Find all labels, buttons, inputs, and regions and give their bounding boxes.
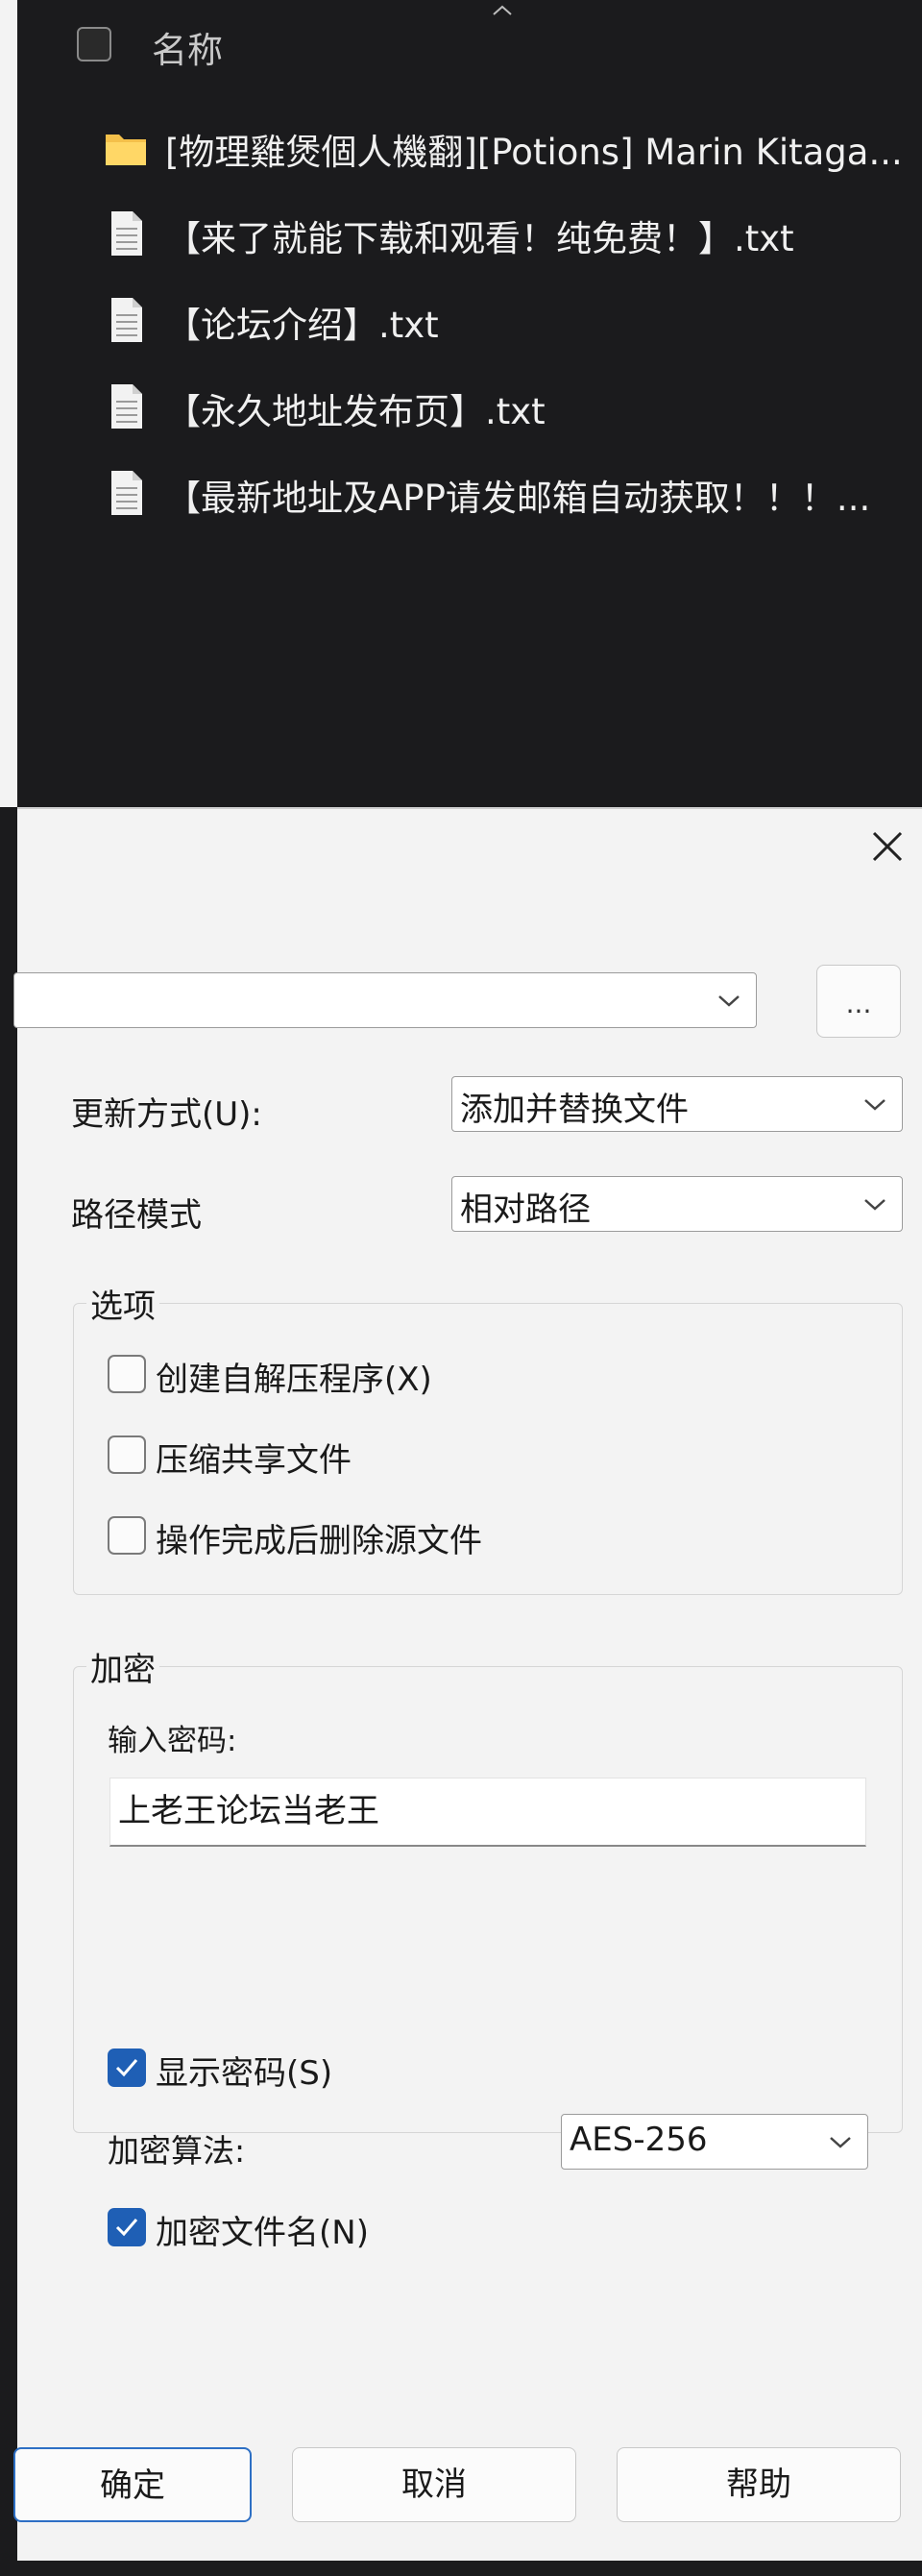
delete-source-checkbox[interactable] xyxy=(108,1516,146,1555)
chevron-down-icon[interactable] xyxy=(861,1194,888,1214)
text-file-icon xyxy=(111,384,142,429)
browse-button[interactable]: ... xyxy=(816,965,901,1038)
update-mode-label: 更新方式(U): xyxy=(71,1095,262,1134)
window-edge xyxy=(0,0,17,807)
encrypt-filenames-label[interactable]: 加密文件名(N) xyxy=(156,2206,369,2253)
file-name: 【永久地址发布页】.txt xyxy=(165,391,546,432)
path-mode-value: 相对路径 xyxy=(460,1190,591,1229)
select-all-checkbox[interactable] xyxy=(77,27,111,61)
show-password-label[interactable]: 显示密码(S) xyxy=(156,2047,332,2094)
cancel-button[interactable]: 取消 xyxy=(292,2447,576,2522)
sort-ascending-icon[interactable] xyxy=(490,2,515,19)
chevron-down-icon[interactable] xyxy=(716,991,742,1010)
shared-files-checkbox-label[interactable]: 压缩共享文件 xyxy=(156,1434,352,1481)
sfx-checkbox-label[interactable]: 创建自解压程序(X) xyxy=(156,1353,432,1400)
file-name: 【最新地址及APP请发邮箱自动获取！！！... xyxy=(165,478,871,519)
password-value: 上老王论坛当老王 xyxy=(118,1792,379,1830)
encryption-algorithm-value: AES-256 xyxy=(570,2121,708,2159)
chevron-down-icon[interactable] xyxy=(861,1094,888,1114)
options-group-title: 选项 xyxy=(86,1280,159,1327)
file-name: [物理雞煲個人機翻][Potions] Marin Kitaga... xyxy=(165,132,903,173)
file-name: 【来了就能下载和观看！纯免费！】.txt xyxy=(165,218,794,259)
encryption-algorithm-label: 加密算法: xyxy=(108,2132,246,2170)
password-label: 输入密码: xyxy=(108,1724,237,1758)
window-bottom-edge xyxy=(0,2561,922,2576)
file-row-txt[interactable]: 【论坛介绍】.txt xyxy=(104,286,901,354)
path-mode-label: 路径模式 xyxy=(71,1196,202,1235)
shared-files-checkbox[interactable] xyxy=(108,1435,146,1474)
file-explorer-pane: 名称 [物理雞煲個人機翻][Potions] Marin Kitaga... 【… xyxy=(0,0,922,807)
delete-source-checkbox-label[interactable]: 操作完成后删除源文件 xyxy=(156,1514,482,1561)
text-file-icon xyxy=(111,298,142,342)
password-field[interactable]: 上老王论坛当老王 xyxy=(109,1778,866,1847)
folder-icon xyxy=(106,135,146,165)
archive-path-combobox[interactable] xyxy=(13,972,757,1028)
ok-button[interactable]: 确定 xyxy=(13,2447,252,2522)
help-button[interactable]: 帮助 xyxy=(617,2447,901,2522)
encryption-group-title: 加密 xyxy=(86,1643,159,1690)
close-icon[interactable] xyxy=(866,825,909,868)
chevron-down-icon[interactable] xyxy=(827,2132,854,2151)
update-mode-dropdown[interactable]: 添加并替换文件 xyxy=(451,1076,903,1132)
update-mode-value: 添加并替换文件 xyxy=(460,1091,689,1129)
text-file-icon xyxy=(111,471,142,515)
checkmark-icon xyxy=(115,2059,138,2077)
sfx-checkbox[interactable] xyxy=(108,1355,146,1393)
file-name: 【论坛介绍】.txt xyxy=(165,305,439,346)
show-password-checkbox[interactable] xyxy=(108,2049,146,2087)
text-file-icon xyxy=(111,211,142,256)
archive-settings-dialog: ... 更新方式(U): 添加并替换文件 路径模式 相对路径 选项 创建自解压程… xyxy=(13,807,922,2576)
file-row-txt[interactable]: 【永久地址发布页】.txt xyxy=(104,373,901,440)
path-mode-dropdown[interactable]: 相对路径 xyxy=(451,1176,903,1232)
encryption-algorithm-dropdown[interactable]: AES-256 xyxy=(561,2114,868,2170)
encrypt-filenames-checkbox[interactable] xyxy=(108,2208,146,2246)
file-row-txt[interactable]: 【最新地址及APP请发邮箱自动获取！！！... xyxy=(104,459,901,527)
file-row-folder[interactable]: [物理雞煲個人機翻][Potions] Marin Kitaga... xyxy=(104,113,903,181)
column-header-name[interactable]: 名称 xyxy=(152,21,223,73)
checkmark-icon xyxy=(115,2219,138,2237)
file-row-txt[interactable]: 【来了就能下载和观看！纯免费！】.txt xyxy=(104,200,901,267)
